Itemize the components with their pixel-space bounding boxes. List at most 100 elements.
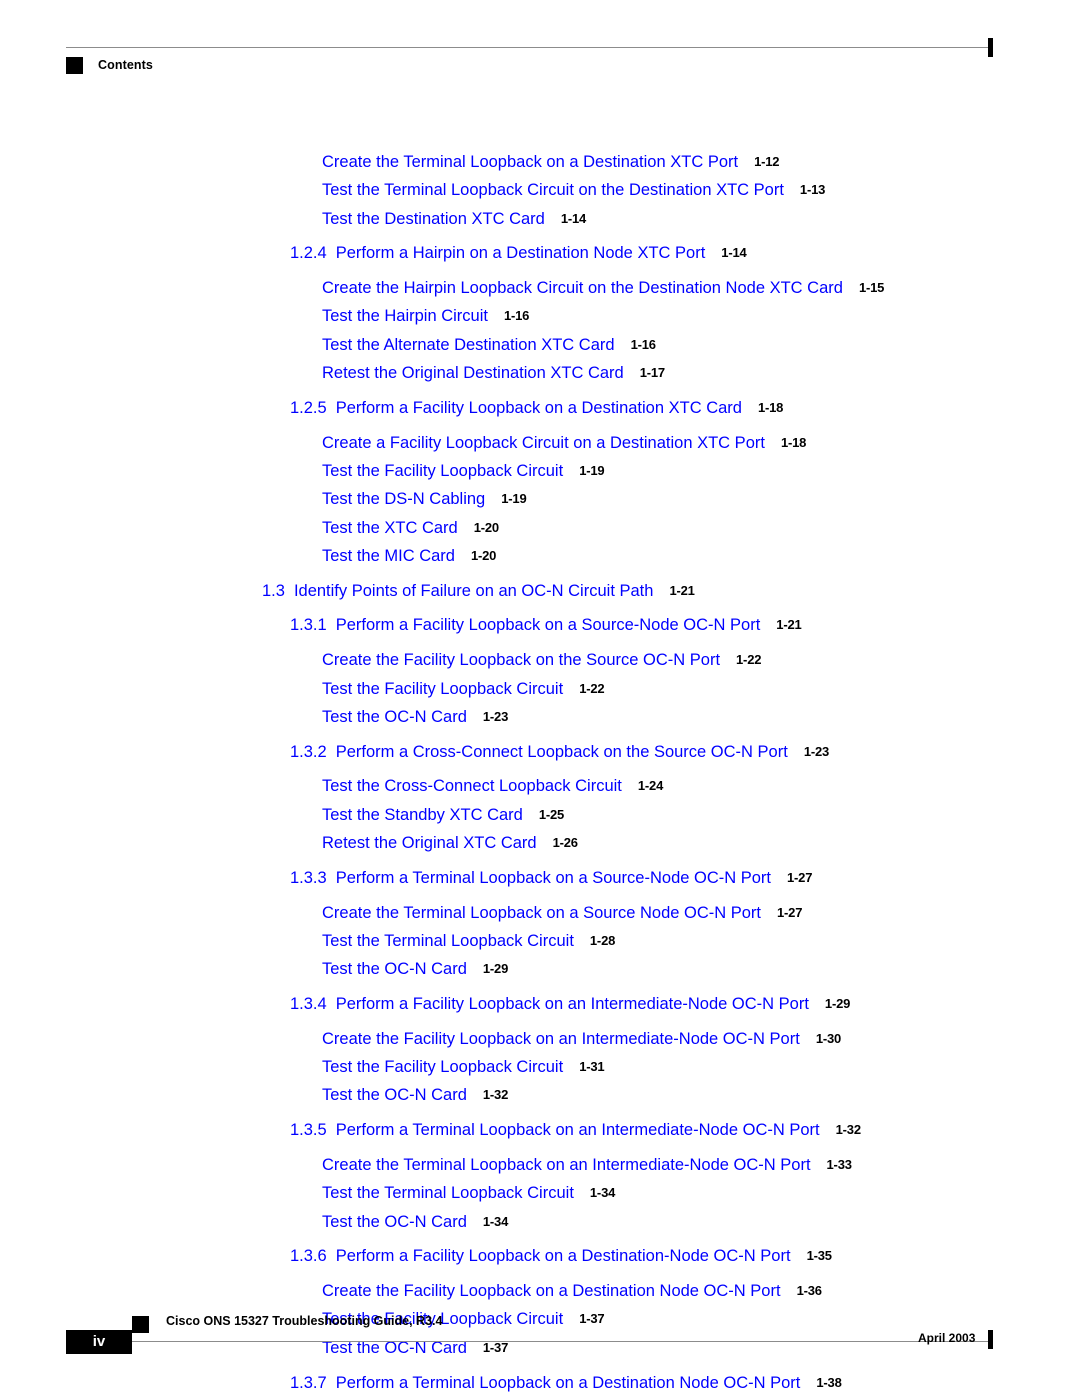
toc-entry[interactable]: Test the Alternate Destination XTC Card 1… [0, 331, 1080, 359]
toc-entry[interactable]: Test the OC-N Card 1-32 [0, 1081, 1080, 1109]
table-of-contents: Create the Terminal Loopback on a Destin… [0, 148, 1080, 1397]
toc-entry-title[interactable]: Test the XTC Card [322, 519, 458, 537]
footer-date: April 2003 [918, 1331, 976, 1345]
toc-entry-title[interactable]: Create the Terminal Loopback on a Source… [322, 904, 761, 922]
toc-entry-title[interactable]: Perform a Cross-Connect Loopback on the … [336, 743, 788, 761]
toc-entry-title[interactable]: Test the OC-N Card [322, 1213, 467, 1231]
toc-entry[interactable]: Create the Terminal Loopback on an Inter… [0, 1151, 1080, 1179]
toc-entry[interactable]: Test the Standby XTC Card 1-25 [0, 801, 1080, 829]
toc-entry-title[interactable]: Perform a Facility Loopback on a Destina… [336, 1247, 791, 1265]
toc-entry-title[interactable]: Test the Terminal Loopback Circuit on th… [322, 181, 784, 199]
toc-entry-title[interactable]: Test the Hairpin Circuit [322, 307, 488, 325]
toc-entry-page-number: 1-35 [806, 1248, 832, 1264]
toc-entry[interactable]: Test the DS-N Cabling 1-19 [0, 485, 1080, 513]
toc-entry[interactable]: Test the Cross-Connect Loopback Circuit 1… [0, 772, 1080, 800]
toc-entry[interactable]: Test the Terminal Loopback Circuit 1-28 [0, 927, 1080, 955]
toc-entry-title[interactable]: Perform a Facility Loopback on a Destina… [336, 399, 742, 417]
toc-entry-page-number: 1-21 [669, 582, 695, 598]
toc-entry-title[interactable]: Retest the Original Destination XTC Card [322, 364, 624, 382]
toc-entry[interactable]: Test the Hairpin Circuit 1-16 [0, 302, 1080, 330]
toc-entry[interactable]: Test the Facility Loopback Circuit 1-31 [0, 1053, 1080, 1081]
header-square-marker-icon [66, 57, 83, 74]
toc-entry-title[interactable]: Test the Facility Loopback Circuit [322, 462, 563, 480]
toc-entry[interactable]: Create the Terminal Loopback on a Source… [0, 899, 1080, 927]
toc-entry[interactable]: Test the XTC Card 1-20 [0, 514, 1080, 542]
toc-entry-title[interactable]: Test the Terminal Loopback Circuit [322, 1184, 574, 1202]
toc-entry-title[interactable]: Create a Facility Loopback Circuit on a … [322, 434, 765, 452]
toc-entry-title[interactable]: Test the DS-N Cabling [322, 490, 485, 508]
toc-entry[interactable]: Retest the Original XTC Card 1-26 [0, 829, 1080, 857]
toc-entry-page-number: 1-17 [639, 365, 665, 381]
toc-entry[interactable]: 1.2.4 Perform a Hairpin on a Destination … [0, 239, 1080, 267]
toc-entry[interactable]: 1.3 Identify Points of Failure on an OC-N… [0, 577, 1080, 605]
toc-entry[interactable]: 1.3.1 Perform a Facility Loopback on a So… [0, 611, 1080, 639]
footer-page-number: iv [92, 1333, 106, 1350]
toc-entry[interactable]: Test the MIC Card 1-20 [0, 542, 1080, 570]
toc-entry-title[interactable]: Test the Cross-Connect Loopback Circuit [322, 777, 622, 795]
toc-entry[interactable]: Test the OC-N Card 1-23 [0, 703, 1080, 731]
toc-entry-page-number: 1-30 [815, 1030, 842, 1046]
toc-entry-title[interactable]: Create the Facility Loopback on the Sour… [322, 651, 720, 669]
toc-entry[interactable]: Retest the Original Destination XTC Card… [0, 359, 1080, 387]
toc-entry-page-number: 1-37 [579, 1311, 605, 1327]
toc-entry-number: 1.2.5 [290, 398, 327, 417]
toc-entry[interactable]: 1.2.5 Perform a Facility Loopback on a De… [0, 394, 1080, 422]
toc-entry-title[interactable]: Perform a Terminal Loopback on a Source-… [336, 869, 771, 887]
toc-entry-title[interactable]: Create the Facility Loopback on a Destin… [322, 1282, 781, 1300]
toc-entry-title[interactable]: Perform a Terminal Loopback on a Destina… [336, 1374, 801, 1392]
toc-entry[interactable]: Test the Terminal Loopback Circuit 1-34 [0, 1179, 1080, 1207]
toc-entry[interactable]: 1.3.4 Perform a Facility Loopback on an I… [0, 990, 1080, 1018]
toc-entry[interactable]: Create a Facility Loopback Circuit on a … [0, 429, 1080, 457]
toc-entry-title[interactable]: Perform a Terminal Loopback on an Interm… [336, 1121, 820, 1139]
toc-entry-title[interactable]: Test the OC-N Card [322, 708, 467, 726]
page-header: Contents [0, 0, 1080, 100]
toc-entry[interactable]: 1.3.6 Perform a Facility Loopback on a De… [0, 1242, 1080, 1270]
running-head: Contents [98, 58, 153, 72]
toc-entry[interactable]: 1.3.7 Perform a Terminal Loopback on a De… [0, 1369, 1080, 1397]
toc-entry-page-number: 1-19 [579, 462, 605, 478]
toc-entry[interactable]: Test the OC-N Card 1-29 [0, 955, 1080, 983]
toc-entry[interactable]: Create the Facility Loopback on a Destin… [0, 1277, 1080, 1305]
toc-entry-page-number: 1-34 [482, 1213, 509, 1229]
toc-entry-page-number: 1-16 [503, 308, 530, 324]
toc-entry-number: 1.3.1 [290, 616, 327, 635]
toc-entry-title[interactable]: Retest the Original XTC Card [322, 834, 537, 852]
toc-entry-title[interactable]: Test the Destination XTC Card [322, 210, 545, 228]
toc-entry-title[interactable]: Create the Terminal Loopback on a Destin… [322, 153, 738, 171]
toc-entry-title[interactable]: Create the Terminal Loopback on an Inter… [322, 1156, 811, 1174]
toc-entry-page-number: 1-27 [787, 869, 813, 885]
toc-entry[interactable]: Create the Facility Loopback on the Sour… [0, 646, 1080, 674]
toc-entry-title[interactable]: Test the OC-N Card [322, 1086, 467, 1104]
toc-entry[interactable]: Create the Terminal Loopback on a Destin… [0, 148, 1080, 176]
toc-entry-title[interactable]: Test the Alternate Destination XTC Card [322, 336, 615, 354]
toc-entry-page-number: 1-14 [560, 210, 587, 226]
toc-entry-title[interactable]: Test the Facility Loopback Circuit [322, 680, 563, 698]
toc-entry-page-number: 1-23 [482, 708, 509, 724]
toc-entry-page-number: 1-20 [473, 519, 499, 535]
toc-entry[interactable]: Create the Facility Loopback on an Inter… [0, 1025, 1080, 1053]
toc-entry[interactable]: Create the Hairpin Loopback Circuit on t… [0, 274, 1080, 302]
toc-entry-number: 1.3.4 [290, 995, 327, 1014]
toc-entry[interactable]: Test the Terminal Loopback Circuit on th… [0, 176, 1080, 204]
toc-entry-title[interactable]: Perform a Facility Loopback on a Source-… [336, 616, 761, 634]
toc-entry-page-number: 1-38 [816, 1374, 842, 1390]
toc-entry-title[interactable]: Test the OC-N Card [322, 960, 467, 978]
toc-entry-title[interactable]: Test the MIC Card [322, 547, 455, 565]
toc-entry[interactable]: Test the Facility Loopback Circuit 1-22 [0, 675, 1080, 703]
toc-entry[interactable]: Test the OC-N Card 1-34 [0, 1208, 1080, 1236]
toc-entry[interactable]: 1.3.2 Perform a Cross-Connect Loopback on… [0, 738, 1080, 766]
toc-entry-title[interactable]: Test the Facility Loopback Circuit [322, 1058, 563, 1076]
toc-entry-title[interactable]: Test the Standby XTC Card [322, 806, 523, 824]
toc-entry-title[interactable]: Perform a Hairpin on a Destination Node … [336, 244, 706, 262]
toc-entry-number: 1.3 [262, 581, 285, 600]
toc-entry[interactable]: Test the Facility Loopback Circuit 1-19 [0, 457, 1080, 485]
toc-entry[interactable]: 1.3.5 Perform a Terminal Loopback on an I… [0, 1116, 1080, 1144]
toc-entry-title[interactable]: Create the Facility Loopback on an Inter… [322, 1030, 800, 1048]
toc-entry[interactable]: Test the Destination XTC Card 1-14 [0, 205, 1080, 233]
toc-entry[interactable]: 1.3.3 Perform a Terminal Loopback on a So… [0, 864, 1080, 892]
toc-entry-page-number: 1-23 [803, 743, 830, 759]
toc-entry-title[interactable]: Perform a Facility Loopback on an Interm… [336, 995, 809, 1013]
toc-entry-title[interactable]: Identify Points of Failure on an OC-N Ci… [294, 582, 654, 600]
toc-entry-title[interactable]: Test the Terminal Loopback Circuit [322, 932, 574, 950]
toc-entry-title[interactable]: Create the Hairpin Loopback Circuit on t… [322, 279, 843, 297]
